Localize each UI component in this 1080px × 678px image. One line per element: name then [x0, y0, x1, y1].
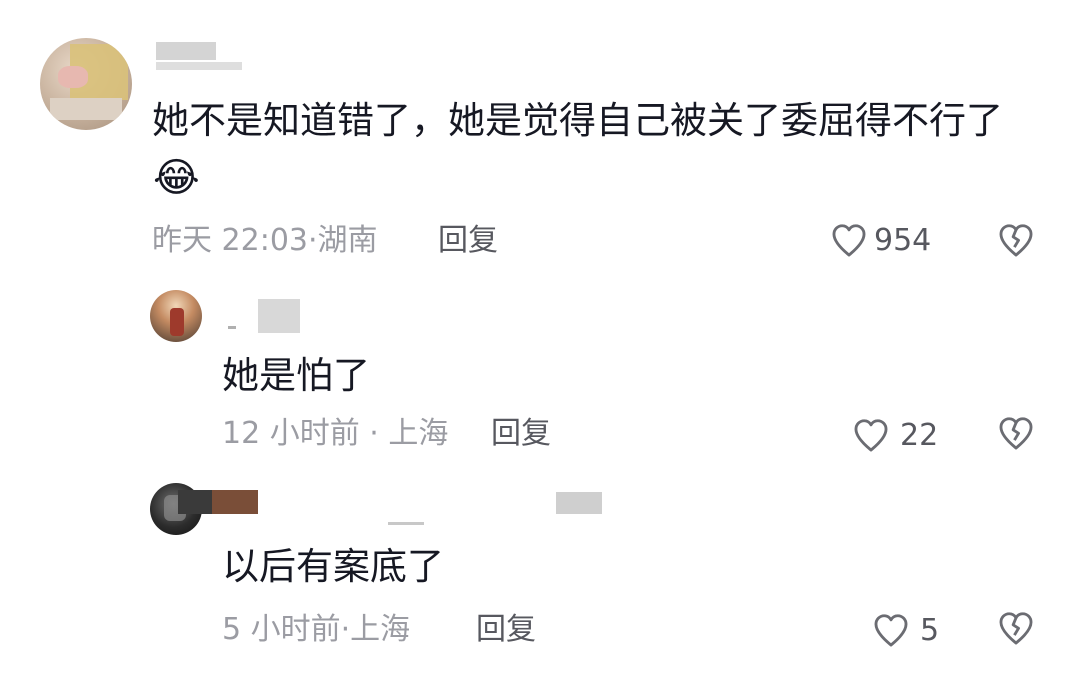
comment-location: 湖南: [317, 223, 378, 258]
comment-meta: 昨天 22:03·湖南: [152, 222, 378, 260]
dislike-button[interactable]: [997, 415, 1035, 455]
comment-meta: 5 小时前·上海: [222, 611, 410, 649]
broken-heart-icon: [999, 612, 1033, 645]
username-redacted: [178, 490, 212, 514]
username-redacted-line: [156, 62, 242, 70]
like-count: 954: [874, 222, 932, 258]
heart-outline-icon: [832, 224, 866, 257]
reply-item: 以后有案底了 5 小时前·上海 回复 5: [0, 478, 1080, 678]
dislike-button[interactable]: [997, 222, 1035, 262]
broken-heart-icon: [999, 224, 1033, 257]
comment-time: 5 小时前: [222, 612, 341, 647]
username-redacted: [258, 299, 300, 333]
laughing-emoji: 😂: [153, 155, 200, 201]
like-button[interactable]: 954: [830, 220, 931, 260]
reply-item: 她是怕了 12 小时前 · 上海 回复 22: [0, 285, 1080, 465]
like-count: 22: [900, 417, 939, 453]
reply-button[interactable]: 回复: [491, 415, 551, 453]
comment-text: 她是怕了: [222, 354, 370, 397]
username-redacted: [212, 490, 258, 514]
reply-button[interactable]: 回复: [438, 222, 498, 260]
username-redacted: [156, 42, 216, 60]
meta-separator: ·: [308, 223, 318, 258]
username-redacted-line: [388, 522, 424, 525]
comment-text: 以后有案底了: [222, 545, 444, 588]
comment-meta: 12 小时前 · 上海: [222, 415, 448, 453]
comment-location: 上海: [388, 416, 449, 451]
comment-item: 她不是知道错了，她是觉得自己被关了委屈得不行了 😂 昨天 22:03·湖南 回复…: [0, 0, 1080, 270]
username-redacted: [556, 492, 602, 514]
reply-button[interactable]: 回复: [476, 611, 536, 649]
meta-separator: ·: [369, 416, 379, 451]
like-count: 5: [920, 612, 940, 648]
comment-time: 昨天 22:03: [152, 223, 308, 258]
like-button[interactable]: 22: [852, 415, 938, 455]
meta-separator: ·: [340, 612, 351, 647]
broken-heart-icon: [999, 417, 1033, 450]
avatar[interactable]: [150, 290, 202, 342]
comment-location: 上海: [350, 612, 411, 647]
username-redacted-dot: [228, 326, 236, 329]
comment-time: 12 小时前: [222, 416, 360, 451]
heart-outline-icon: [874, 614, 908, 647]
like-button[interactable]: 5: [872, 610, 939, 650]
heart-outline-icon: [854, 419, 888, 452]
comment-text: 她不是知道错了，她是觉得自己被关了委屈得不行了: [152, 99, 1003, 142]
avatar[interactable]: [40, 38, 132, 130]
dislike-button[interactable]: [997, 610, 1035, 650]
